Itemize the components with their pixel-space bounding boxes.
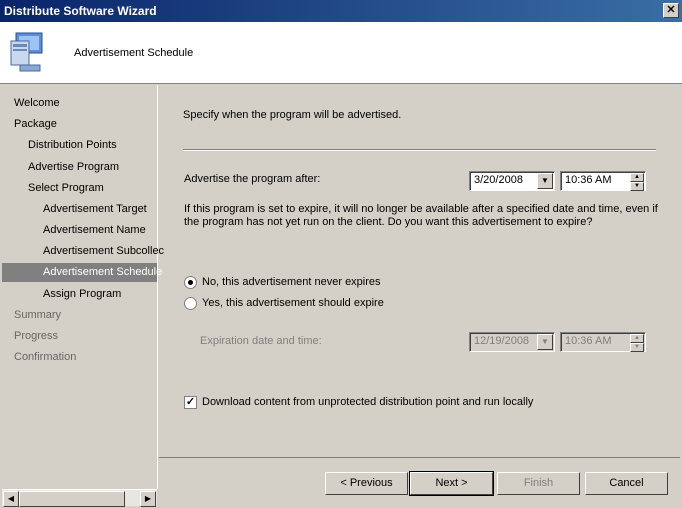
advertise-date-picker[interactable]: 3/20/2008 ▼ [469, 171, 555, 191]
intro-text: Specify when the program will be adverti… [183, 109, 402, 121]
nav-item-advertise-program[interactable]: Advertise Program [28, 158, 119, 177]
radio-should-expire-label[interactable]: Yes, this advertisement should expire [202, 297, 384, 309]
nav-item-progress: Progress [14, 330, 59, 342]
page-title: Advertisement Schedule [74, 47, 194, 59]
divider [183, 149, 656, 151]
next-button[interactable]: Next > [409, 471, 494, 496]
expiration-time-value: 10:36 AM [565, 335, 612, 347]
wizard-content: Specify when the program will be adverti… [159, 85, 680, 457]
wizard-button-bar: < Previous Next > Finish Cancel [159, 457, 680, 507]
title-bar: Distribute Software Wizard ✕ [0, 0, 682, 22]
chevron-down-icon[interactable]: ▼ [537, 173, 553, 189]
nav-item-package[interactable]: Package [14, 115, 57, 134]
advertise-time-value: 10:36 AM [565, 174, 612, 186]
nav-item-advertisement-name[interactable]: Advertisement Name [43, 221, 146, 240]
nav-horizontal-scrollbar[interactable]: ◀ ▶ [2, 489, 157, 507]
spin-down-icon[interactable]: ▼ [630, 182, 644, 191]
scroll-thumb[interactable] [19, 491, 125, 507]
scroll-left-icon[interactable]: ◀ [3, 491, 19, 507]
nav-item-confirmation: Confirmation [14, 351, 77, 363]
scroll-right-icon[interactable]: ▶ [140, 491, 156, 507]
nav-item-select-program[interactable]: Select Program [28, 179, 104, 198]
spin-down-icon[interactable]: ▼ [630, 343, 644, 352]
window-title: Distribute Software Wizard [4, 4, 157, 18]
nav-item-welcome[interactable]: Welcome [14, 94, 60, 113]
nav-item-distribution-points[interactable]: Distribution Points [28, 136, 117, 155]
expiration-time-picker[interactable]: 10:36 AM ▲ ▼ [560, 332, 646, 352]
radio-never-expires-label[interactable]: No, this advertisement never expires [202, 276, 381, 288]
wizard-header: Advertisement Schedule [0, 22, 682, 84]
expiration-date-picker[interactable]: 12/19/2008 ▼ [469, 332, 555, 352]
download-checkbox-label[interactable]: Download content from unprotected distri… [202, 396, 533, 408]
close-button[interactable]: ✕ [663, 3, 679, 18]
download-checkbox[interactable]: ✓ [184, 396, 197, 409]
spin-up-icon[interactable]: ▲ [630, 173, 644, 182]
radio-selected-dot [188, 280, 193, 285]
advertise-date-value: 3/20/2008 [474, 174, 523, 186]
previous-button[interactable]: < Previous [325, 472, 408, 495]
wizard-nav: Welcome Package Distribution Points Adve… [2, 85, 164, 489]
time-spinner[interactable]: ▲ ▼ [630, 173, 644, 191]
expire-question-line2: the program has not yet run on the clien… [184, 216, 593, 228]
radio-never-expires[interactable] [184, 276, 197, 289]
nav-item-advertisement-schedule[interactable]: Advertisement Schedule [2, 263, 162, 282]
nav-item-summary: Summary [14, 309, 62, 321]
computer-monitor-icon [10, 32, 43, 72]
nav-item-advertisement-target[interactable]: Advertisement Target [43, 200, 147, 219]
nav-item-advertisement-subcollections[interactable]: Advertisement Subcollec [43, 242, 164, 261]
time-spinner[interactable]: ▲ ▼ [630, 334, 644, 352]
advertise-time-picker[interactable]: 10:36 AM ▲ ▼ [560, 171, 646, 191]
spin-up-icon[interactable]: ▲ [630, 334, 644, 343]
expire-question-line1: If this program is set to expire, it wil… [184, 203, 658, 215]
nav-item-assign-program[interactable]: Assign Program [43, 285, 121, 304]
finish-button[interactable]: Finish [497, 472, 580, 495]
radio-should-expire[interactable] [184, 297, 197, 310]
cancel-button[interactable]: Cancel [585, 472, 668, 495]
advertise-after-label: Advertise the program after: [184, 173, 321, 185]
expiration-label: Expiration date and time: [200, 335, 322, 347]
expiration-date-value: 12/19/2008 [474, 335, 530, 347]
chevron-down-icon[interactable]: ▼ [537, 334, 553, 350]
